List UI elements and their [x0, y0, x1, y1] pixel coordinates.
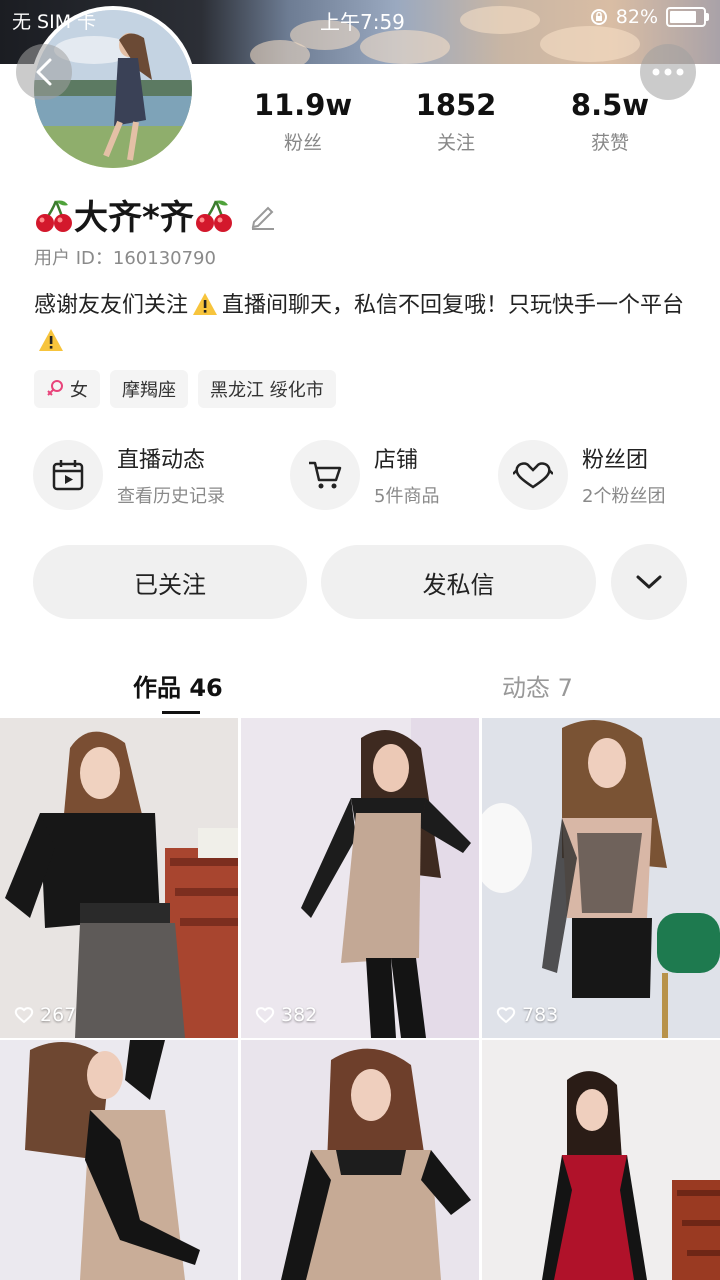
post-thumbnail — [482, 718, 720, 1038]
tab-moments[interactable]: 动态 7 — [502, 668, 573, 703]
post-like-count: 382 — [255, 1004, 317, 1026]
followed-button-label: 已关注 — [134, 570, 206, 599]
heart-outline-icon — [14, 1007, 34, 1024]
post-likes: 382 — [281, 1004, 318, 1026]
profile-bio: 感谢友友们关注 直播间聊天，私信不回复哦！只玩快手一个平台 — [34, 288, 694, 360]
cherry-icon — [36, 200, 72, 232]
tag-zodiac: 摩羯座 — [110, 370, 188, 408]
more-dots-icon — [652, 68, 684, 76]
following-label: 关注 — [436, 132, 475, 154]
posts-grid: 267 382 783 — [0, 718, 720, 1280]
warning-icon — [193, 293, 218, 315]
followers-count: 11.9w — [253, 88, 353, 122]
post-thumbnail — [241, 1040, 479, 1280]
post-likes: 267 — [40, 1004, 77, 1026]
feature-shop-icon-wrap — [290, 440, 360, 510]
cart-icon — [309, 461, 342, 489]
bio-text-2: 直播间聊天，私信不回复哦！只玩快手一个平台 — [222, 293, 685, 318]
carrier-text: 无 SIM 卡 — [12, 11, 97, 33]
post-tile[interactable] — [0, 1040, 238, 1280]
heart-outline-icon — [255, 1007, 275, 1024]
post-thumbnail — [0, 1040, 238, 1280]
cherry-icon — [195, 200, 232, 232]
tab-works[interactable]: 作品 46 — [133, 668, 223, 703]
calendar-play-icon — [52, 460, 84, 491]
post-tile[interactable] — [482, 1040, 720, 1280]
feature-shop-title: 店铺 — [374, 448, 419, 473]
tab-active-indicator — [162, 711, 200, 714]
post-thumbnail — [241, 718, 479, 1038]
chevron-left-icon — [36, 58, 52, 86]
tag-zodiac-label: 摩羯座 — [122, 380, 176, 401]
followers-label: 粉丝 — [283, 132, 322, 154]
expand-button[interactable] — [611, 544, 687, 620]
post-like-count: 267 — [14, 1004, 76, 1026]
send-message-button[interactable]: 发私信 — [321, 545, 596, 619]
chevron-down-icon — [636, 575, 662, 589]
post-tile[interactable]: 783 — [482, 718, 720, 1038]
post-thumbnail — [482, 1040, 720, 1280]
warning-icon — [39, 329, 63, 351]
battery-fill — [670, 11, 696, 23]
post-like-count: 783 — [496, 1004, 558, 1026]
tag-gender-label: 女 — [70, 380, 88, 401]
feature-live-history[interactable]: 直播动态 查看历史记录 — [33, 440, 225, 510]
stat-followers[interactable]: 11.9w 粉丝 — [233, 88, 373, 155]
edit-pencil-icon[interactable] — [246, 198, 280, 232]
tag-gender: 女 — [34, 370, 100, 408]
feature-live-icon-wrap — [33, 440, 103, 510]
battery-percent: 82% — [615, 6, 658, 28]
feature-shop-subtitle: 5件商品 — [374, 486, 440, 507]
back-button[interactable] — [16, 44, 72, 100]
feature-fan-title: 粉丝团 — [582, 448, 649, 473]
status-bar: 无 SIM 卡 上午7:59 82% — [0, 0, 720, 36]
tag-location-label: 黑龙江 绥化市 — [210, 380, 324, 401]
clock-text: 上午7:59 — [320, 10, 405, 34]
feature-fan-icon-wrap — [498, 440, 568, 510]
send-message-label: 发私信 — [422, 570, 495, 599]
female-icon — [47, 380, 63, 396]
heart-icon — [513, 462, 553, 489]
feature-fan-subtitle: 2个粉丝团 — [582, 486, 666, 507]
post-thumbnail — [0, 718, 238, 1038]
profile-tags: 女 摩羯座 黑龙江 绥化市 — [34, 370, 336, 408]
post-tile[interactable]: 382 — [241, 718, 479, 1038]
post-tile[interactable]: 267 — [0, 718, 238, 1038]
likes-label: 获赞 — [590, 132, 629, 154]
battery-icon — [666, 7, 709, 27]
user-id: 用户 ID：160130790 — [34, 248, 216, 269]
more-button[interactable] — [640, 44, 696, 100]
heart-outline-icon — [496, 1007, 516, 1024]
tag-location: 黑龙江 绥化市 — [198, 370, 336, 408]
orientation-lock-icon — [590, 9, 607, 25]
feature-fan-club[interactable]: 粉丝团 2个粉丝团 — [498, 440, 665, 510]
bio-text-1: 感谢友友们关注 — [34, 293, 189, 318]
followed-button[interactable]: 已关注 — [33, 545, 307, 619]
following-count: 1852 — [415, 88, 497, 122]
feature-shop[interactable]: 店铺 5件商品 — [290, 440, 439, 510]
profile-name: 大齐*齐 — [74, 198, 194, 238]
profile-name-row: 大齐*齐 — [34, 190, 280, 239]
feature-live-subtitle: 查看历史记录 — [117, 486, 225, 507]
post-tile[interactable] — [241, 1040, 479, 1280]
stat-following[interactable]: 1852 关注 — [386, 88, 526, 155]
feature-live-title: 直播动态 — [117, 448, 206, 473]
post-likes: 783 — [522, 1004, 559, 1026]
